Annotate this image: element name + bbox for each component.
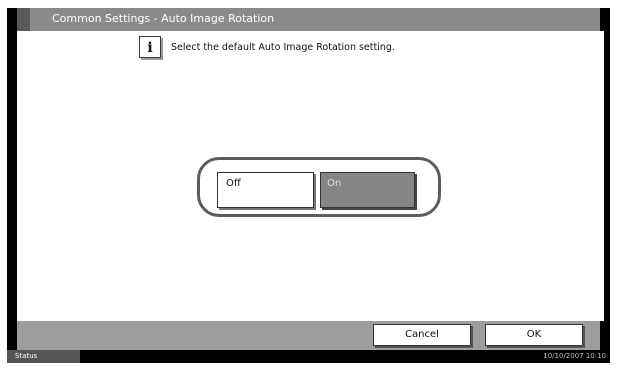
- datetime-display: 10/10/2007 10:10: [543, 352, 606, 360]
- title-bar-accent: [17, 8, 30, 31]
- title-bar-edge: [7, 8, 17, 31]
- status-bar: Status 10/10/2007 10:10: [7, 350, 610, 363]
- on-button[interactable]: On: [320, 172, 415, 208]
- status-button[interactable]: Status: [7, 350, 80, 363]
- content-area: i Select the default Auto Image Rotation…: [17, 31, 604, 321]
- instruction-message: Select the default Auto Image Rotation s…: [171, 42, 395, 53]
- title-bar: Common Settings - Auto Image Rotation: [7, 8, 610, 31]
- on-button-label: On: [327, 178, 342, 189]
- page-title: Common Settings - Auto Image Rotation: [52, 12, 275, 25]
- info-icon: i: [139, 36, 161, 58]
- screen-frame: Common Settings - Auto Image Rotation i …: [7, 8, 610, 363]
- cancel-button[interactable]: Cancel: [373, 324, 471, 346]
- off-button[interactable]: Off: [217, 172, 314, 208]
- off-button-label: Off: [226, 178, 241, 189]
- ok-button[interactable]: OK: [485, 324, 583, 346]
